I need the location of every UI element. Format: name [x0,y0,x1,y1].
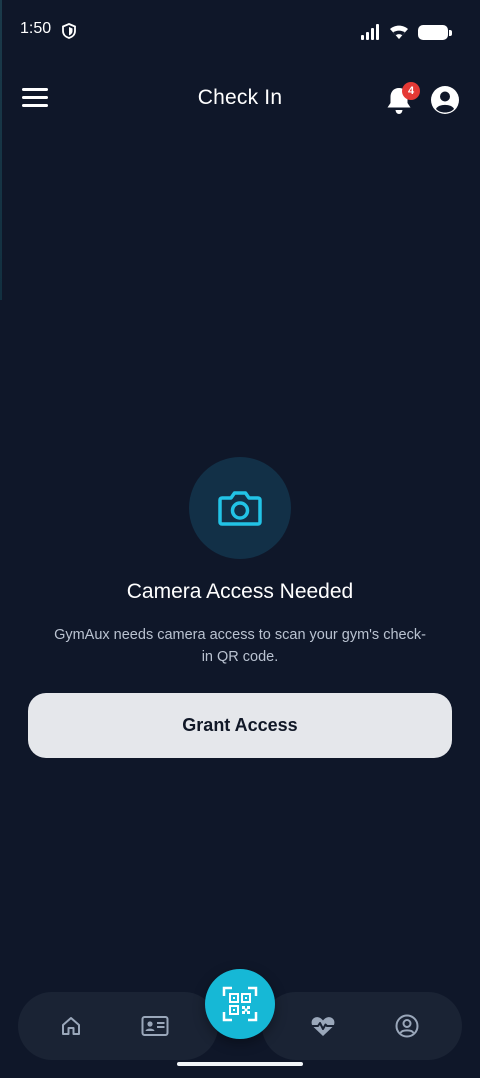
app-bar: Check In [0,70,480,130]
profile-icon[interactable] [430,85,460,115]
camera-icon-container [189,457,291,559]
heart-pulse-icon [311,1017,335,1036]
nav-item-membership-card[interactable] [135,1006,175,1046]
scan-qr-button[interactable] [205,969,275,1039]
qr-scan-icon [222,986,258,1022]
nav-item-home[interactable] [51,1006,91,1046]
status-indicators [360,22,452,42]
check-in-screen: 1:50 Check In 4 Camera Access Needed Gym… [0,0,480,1078]
home-indicator[interactable] [177,1062,303,1066]
notification-badge: 4 [402,82,420,100]
status-time: 1:50 [20,20,52,37]
bottom-nav-left-group [18,992,218,1060]
shield-icon [62,23,76,39]
camera-access-description: GymAux needs camera access to scan your … [54,627,426,665]
grant-access-button[interactable]: Grant Access [28,693,452,758]
user-circle-icon [395,1014,419,1038]
wifi-icon [390,25,408,39]
signal-icon [361,24,379,40]
status-bar: 1:50 [0,0,480,62]
home-icon [62,1017,80,1035]
nav-item-health[interactable] [303,1006,343,1046]
camera-access-title: Camera Access Needed [126,580,354,603]
camera-icon [218,491,262,526]
id-card-icon [141,1016,169,1036]
battery-icon [418,24,452,40]
nav-item-account[interactable] [387,1006,427,1046]
bottom-nav-right-group [262,992,462,1060]
